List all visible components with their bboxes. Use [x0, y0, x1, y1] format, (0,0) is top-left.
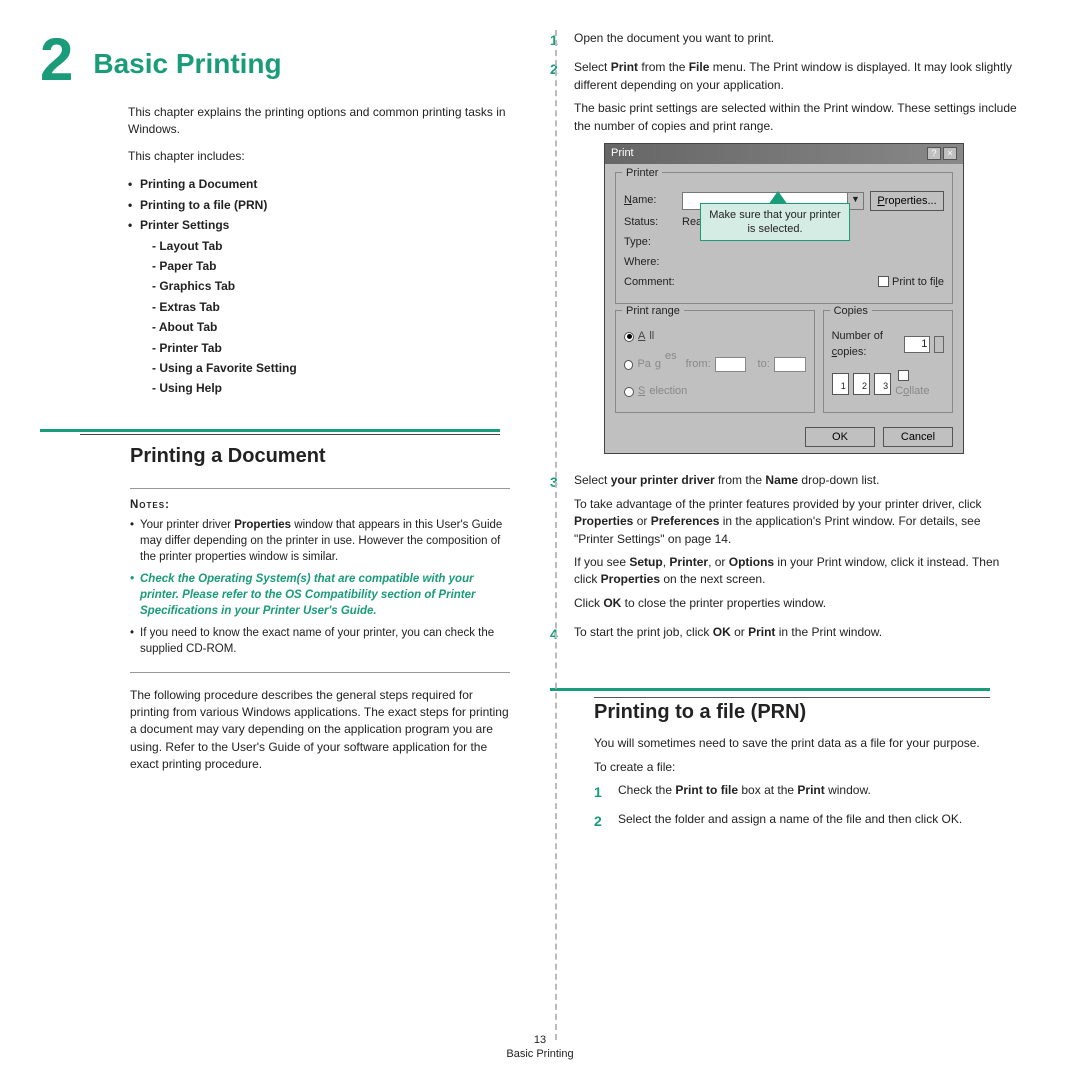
radio-all[interactable] — [624, 332, 634, 342]
body-text: To create a file: — [594, 758, 989, 776]
section-heading-printing-file: Printing to a file (PRN) — [594, 701, 1020, 724]
section-divider — [550, 688, 990, 691]
toc-item[interactable]: Printing a Document — [140, 177, 257, 191]
step-text: Open the document you want to print. — [574, 30, 1020, 47]
label-status: Status: — [624, 215, 676, 231]
step-text: Select your printer driver from the Name… — [574, 472, 1020, 489]
intro-includes: This chapter includes: — [128, 148, 510, 165]
step-text: The basic print settings are selected wi… — [574, 100, 1020, 135]
label-num-copies: Number of copies: — [832, 329, 900, 361]
toc-subitem[interactable]: Layout Tab — [159, 239, 222, 253]
step-number: 4 — [550, 624, 564, 647]
label-comment: Comment: — [624, 275, 676, 291]
notes-label: Notes: — [130, 499, 170, 511]
left-column: 2 Basic Printing This chapter explains t… — [40, 30, 510, 840]
step-number: 2 — [594, 811, 608, 834]
collate-checkbox[interactable] — [898, 370, 909, 381]
help-icon[interactable]: ? — [927, 147, 941, 160]
page-icon: 1 — [832, 373, 849, 395]
step-number: 2 — [550, 59, 564, 466]
body-text: You will sometimes need to save the prin… — [594, 734, 989, 752]
print-dialog: Print ? × Printer Make sure that your pr… — [604, 143, 964, 454]
cancel-button[interactable]: Cancel — [883, 427, 953, 447]
page-footer: 13 Basic Printing — [0, 1034, 1080, 1060]
step-number: 1 — [550, 30, 564, 53]
toc-subitem[interactable]: Using a Favorite Setting — [159, 361, 296, 375]
toc-subitem[interactable]: Paper Tab — [159, 259, 216, 273]
step-text: If you see Setup, Printer, or Options in… — [574, 554, 1020, 589]
callout-tip: Make sure that your printer is selected. — [700, 203, 850, 242]
chapter-heading: 2 Basic Printing — [40, 30, 510, 90]
properties-button[interactable]: Properties... — [870, 191, 944, 211]
label-type: Type: — [624, 235, 676, 251]
groupbox-label: Printer — [622, 166, 662, 182]
page-icon: 3 — [874, 373, 891, 395]
procedure-steps: 1 Open the document you want to print. 2… — [550, 30, 1020, 648]
procedure-intro: The following procedure describes the ge… — [130, 687, 510, 774]
label-where: Where: — [624, 255, 676, 271]
note-item-highlight: Check the Operating System(s) that are c… — [130, 571, 510, 619]
page-number: 13 — [0, 1034, 1080, 1046]
step-text: Select Print from the File menu. The Pri… — [574, 59, 1020, 94]
column-divider — [555, 30, 557, 1040]
dialog-titlebar: Print ? × — [605, 144, 963, 164]
toc-item[interactable]: Printing to a file (PRN) — [140, 198, 267, 212]
toc-subitem[interactable]: Extras Tab — [159, 300, 219, 314]
label-name: NName:ame: — [624, 193, 676, 209]
toc-subitem[interactable]: Graphics Tab — [159, 279, 235, 293]
note-item: If you need to know the exact name of yo… — [130, 625, 510, 657]
step-text: Select the folder and assign a name of t… — [618, 811, 989, 828]
step-number: 1 — [594, 782, 608, 805]
intro-text: This chapter explains the printing optio… — [128, 104, 510, 138]
ok-button[interactable]: OK — [805, 427, 875, 447]
table-of-contents: •Printing a Document •Printing to a file… — [128, 174, 510, 398]
toc-subitem[interactable]: About Tab — [159, 320, 217, 334]
copies-input[interactable]: 1 — [904, 336, 931, 353]
label-print-to-file: Print to file — [892, 276, 944, 288]
step-text: Click OK to close the printer properties… — [574, 595, 1020, 612]
right-column: 1 Open the document you want to print. 2… — [550, 30, 1020, 840]
chapter-number: 2 — [40, 30, 73, 90]
groupbox-label: Print range — [622, 304, 684, 320]
footer-title: Basic Printing — [0, 1048, 1080, 1060]
from-input[interactable] — [715, 357, 747, 372]
radio-selection[interactable] — [624, 387, 634, 397]
page-icon: 2 — [853, 373, 870, 395]
print-to-file-checkbox[interactable] — [878, 276, 889, 287]
toc-item[interactable]: Printer Settings — [140, 218, 229, 232]
note-item: Your printer driver Properties window th… — [130, 517, 510, 565]
close-icon[interactable]: × — [943, 147, 957, 160]
radio-pages[interactable] — [624, 360, 633, 370]
step-text: To start the print job, click OK or Prin… — [574, 624, 1020, 641]
groupbox-label: Copies — [830, 304, 872, 320]
section-divider — [80, 429, 500, 435]
spinner-buttons[interactable] — [934, 336, 944, 353]
toc-subitem[interactable]: Printer Tab — [159, 341, 221, 355]
step-text: To take advantage of the printer feature… — [574, 496, 1020, 548]
to-input[interactable] — [774, 357, 806, 372]
toc-subitem[interactable]: Using Help — [159, 381, 222, 395]
step-text: Check the Print to file box at the Print… — [618, 782, 989, 799]
dialog-title: Print — [611, 146, 634, 162]
chapter-title: Basic Printing — [93, 48, 281, 80]
section-heading-printing-document: Printing a Document — [130, 445, 510, 468]
notes-block: Notes: Your printer driver Properties wi… — [130, 488, 510, 673]
step-number: 3 — [550, 472, 564, 618]
